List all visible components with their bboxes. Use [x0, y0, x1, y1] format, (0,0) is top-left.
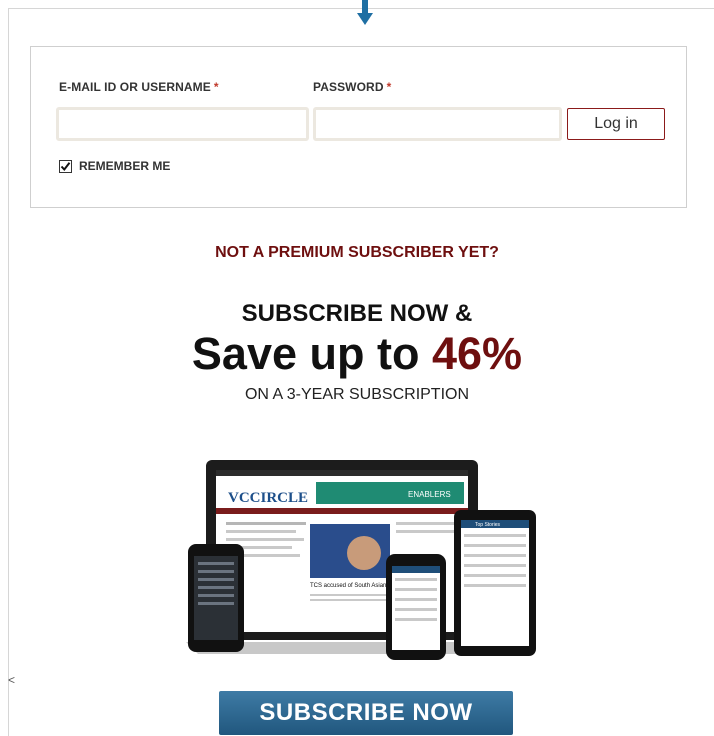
save-percent: 46% [431, 328, 523, 379]
password-label: PASSWORD * [313, 80, 392, 94]
remember-me-label: REMEMBER ME [79, 159, 171, 173]
save-headline: Save up to 46% [191, 328, 523, 379]
subscribe-now-button[interactable]: SUBSCRIBE NOW [219, 691, 513, 735]
remember-me-checkbox[interactable]: REMEMBER ME [59, 159, 170, 173]
enablers-logo: ENABLERS [408, 490, 451, 499]
login-form: E-MAIL ID OR USERNAME * PASSWORD * Log in … [30, 46, 687, 208]
vccircle-logo: VCCIRCLE [228, 490, 308, 506]
required-mark: * [213, 80, 219, 94]
arrow-down-icon [357, 0, 373, 25]
checkmark-icon[interactable] [59, 159, 72, 173]
devices-illustration: VCCIRCLE ENABLERS TCS accused of South A… [186, 460, 536, 660]
password-field[interactable] [313, 107, 562, 141]
login-button[interactable]: Log in [567, 108, 665, 140]
not-premium-heading: NOT A PREMIUM SUBSCRIBER YET? [215, 244, 499, 261]
subscribe-now-heading: SUBSCRIBE NOW & [241, 300, 473, 327]
top-stories-label: Top Stories [475, 522, 501, 528]
email-label: E-MAIL ID OR USERNAME * [59, 80, 219, 94]
subscription-term: ON A 3-YEAR SUBSCRIPTION [244, 386, 470, 403]
required-mark: * [386, 80, 392, 94]
email-field[interactable] [56, 107, 309, 141]
stray-text: < [8, 673, 16, 687]
